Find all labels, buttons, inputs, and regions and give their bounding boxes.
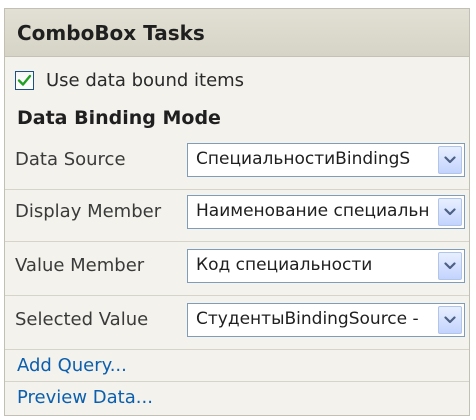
display-member-combobox[interactable]: Наименование специальн [187, 195, 465, 229]
combobox-tasks-panel: ComboBox Tasks Use data bound items Data… [4, 8, 470, 416]
divider [5, 241, 469, 242]
value-member-label: Value Member [15, 255, 145, 276]
divider [5, 189, 469, 190]
panel-title: ComboBox Tasks [5, 9, 469, 57]
display-member-value: Наименование специальн [196, 201, 428, 221]
data-source-combobox[interactable]: СпециальностиBindingS [187, 143, 465, 177]
display-member-label: Display Member [15, 201, 162, 222]
divider [5, 381, 469, 382]
value-member-dropdown-button[interactable] [438, 252, 462, 280]
checkmark-icon [17, 74, 32, 86]
data-source-value: СпециальностиBindingS [196, 149, 411, 169]
divider [5, 295, 469, 296]
selected-value-combobox[interactable]: СтудентыBindingSource - [187, 303, 465, 337]
use-data-bound-checkbox[interactable] [15, 70, 34, 90]
chevron-down-icon [444, 316, 456, 324]
selected-value-dropdown-button[interactable] [438, 306, 462, 334]
add-query-link[interactable]: Add Query... [17, 355, 127, 376]
data-source-dropdown-button[interactable] [438, 146, 462, 174]
divider [5, 349, 469, 350]
use-data-bound-row[interactable]: Use data bound items [15, 65, 244, 95]
selected-value-row: Selected Value СтудентыBindingSource - [5, 303, 467, 339]
value-member-combobox[interactable]: Код специальности [187, 249, 465, 283]
data-binding-mode-heading: Data Binding Mode [17, 107, 221, 129]
data-source-row: Data Source СпециальностиBindingS [5, 143, 467, 179]
data-source-label: Data Source [15, 149, 126, 170]
display-member-row: Display Member Наименование специальн [5, 195, 467, 231]
selected-value-label: Selected Value [15, 309, 149, 330]
value-member-row: Value Member Код специальности [5, 249, 467, 285]
use-data-bound-label: Use data bound items [46, 69, 245, 91]
chevron-down-icon [444, 262, 456, 270]
preview-data-link[interactable]: Preview Data... [17, 387, 153, 408]
chevron-down-icon [444, 208, 456, 216]
display-member-dropdown-button[interactable] [438, 198, 462, 226]
selected-value-value: СтудентыBindingSource - [196, 309, 419, 329]
chevron-down-icon [444, 156, 456, 164]
value-member-value: Код специальности [196, 255, 373, 275]
